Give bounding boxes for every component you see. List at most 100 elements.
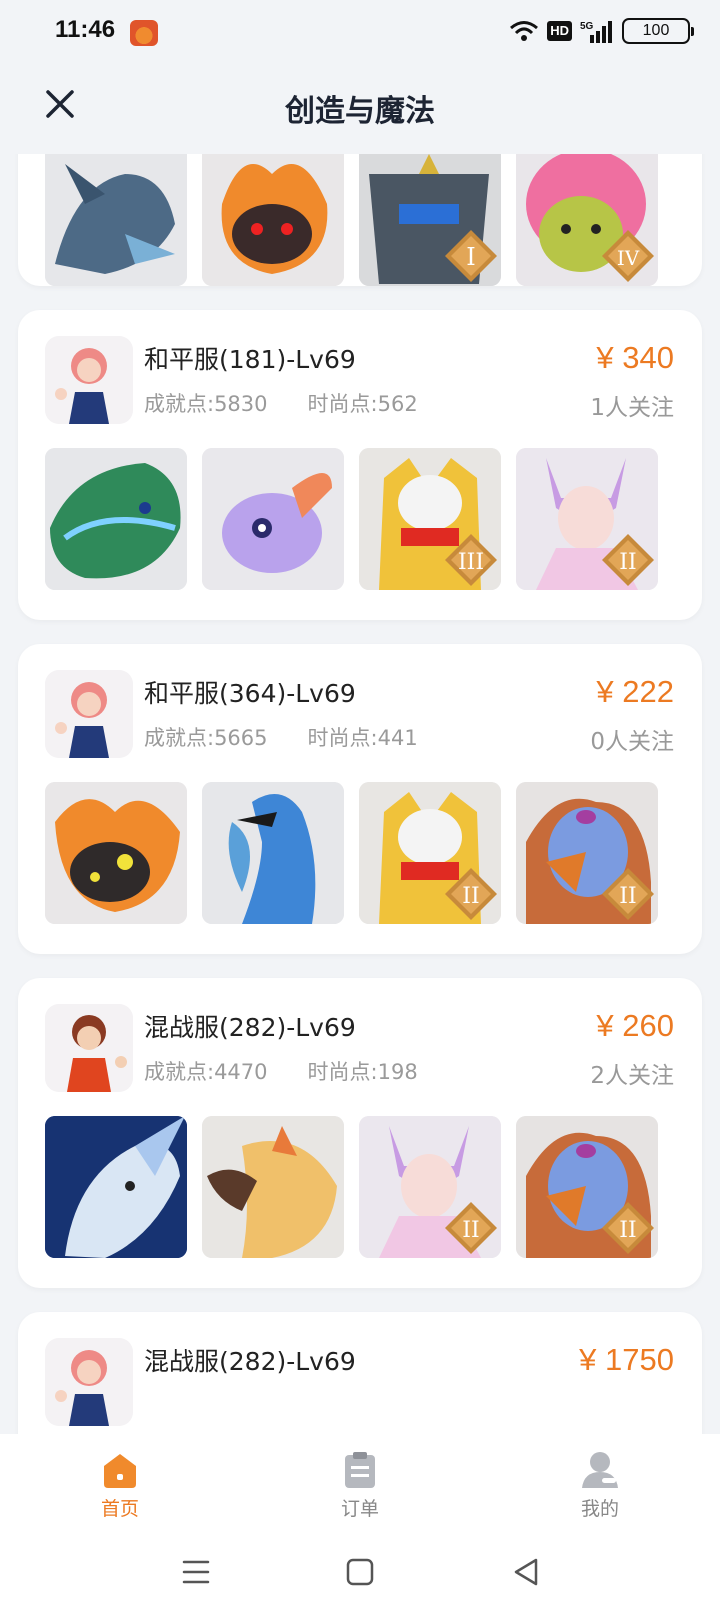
rank-label: II	[619, 884, 636, 909]
fire-beast-art	[45, 782, 187, 924]
pet-thumbnail[interactable]	[45, 1116, 187, 1258]
rank-label: IV	[617, 246, 640, 270]
listing-feed[interactable]: I IV 和平服(181)-Lv69 成就点:5830 时尚点:562 ¥ 34…	[0, 154, 720, 1434]
avatar	[45, 1004, 133, 1092]
price: ¥ 222	[596, 674, 674, 709]
status-time: 11:46	[55, 16, 116, 43]
bottom-nav: 首页 订单 我的	[0, 1434, 720, 1534]
pet-thumbnail[interactable]	[202, 1116, 344, 1258]
thumb-row: II II	[45, 1116, 658, 1258]
user-icon	[582, 1452, 618, 1488]
rank-badge: IV	[600, 228, 656, 284]
rank-label: III	[458, 550, 484, 575]
page-title: 创造与魔法	[285, 94, 435, 129]
system-nav-bar	[0, 1534, 720, 1612]
achievement-points: 成就点:5830	[144, 392, 268, 416]
pet-thumbnail[interactable]	[202, 448, 344, 590]
follower-count: 0人关注	[590, 729, 674, 755]
nav-mine-label: 我的	[580, 1498, 619, 1520]
fashion-points: 时尚点:562	[307, 392, 418, 416]
rank-label: II	[619, 550, 636, 575]
rank-label: II	[462, 884, 479, 909]
listing-card[interactable]: I IV	[18, 154, 702, 286]
app-header: 创造与魔法	[0, 64, 720, 154]
account-stats: 成就点:5665 时尚点:441	[144, 722, 418, 752]
listing-card[interactable]: 混战服(282)-Lv69 ¥ 1750	[18, 1312, 702, 1434]
pet-thumbnail[interactable]: II	[516, 448, 658, 590]
fashion-points: 时尚点:441	[307, 726, 418, 750]
avatar	[45, 1338, 133, 1426]
menu-icon[interactable]	[180, 1556, 212, 1588]
blue-wolf-art	[45, 1116, 187, 1258]
nav-mine[interactable]: 我的	[480, 1434, 720, 1534]
nav-orders-label: 订单	[340, 1498, 379, 1520]
achievement-points: 成就点:5665	[144, 726, 268, 750]
blue-bird-art	[202, 782, 344, 924]
rank-badge: II	[443, 866, 499, 922]
signal-icon: 5G	[580, 21, 612, 43]
listing-header: 和平服(181)-Lv69 成就点:5830 时尚点:562 ¥ 340 1人关…	[18, 310, 702, 424]
home-icon	[104, 1454, 136, 1488]
listing-header: 混战服(282)-Lv69 成就点:4470 时尚点:198 ¥ 260 2人关…	[18, 978, 702, 1092]
status-bar: 11:46 HD 5G 100	[0, 0, 720, 64]
fashion-points: 时尚点:198	[307, 1060, 418, 1084]
listing-header: 和平服(364)-Lv69 成就点:5665 时尚点:441 ¥ 222 0人关…	[18, 644, 702, 758]
avatar	[45, 336, 133, 424]
account-title: 混战服(282)-Lv69	[144, 1013, 356, 1042]
blue-dragon-art	[45, 154, 187, 286]
achievement-points: 成就点:4470	[144, 1060, 268, 1084]
rank-badge: II	[600, 866, 656, 922]
pet-thumbnail[interactable]: I	[359, 154, 501, 286]
rank-label: II	[619, 1218, 636, 1243]
nav-home-label: 首页	[100, 1498, 139, 1520]
account-stats: 成就点:4470 时尚点:198	[144, 1056, 418, 1086]
avatar	[45, 670, 133, 758]
follower-count: 1人关注	[590, 395, 674, 421]
pet-thumbnail[interactable]: III	[359, 448, 501, 590]
price: ¥ 260	[596, 1008, 674, 1043]
clipboard-icon	[345, 1452, 375, 1488]
rank-label: I	[466, 243, 475, 271]
green-dragon-art	[45, 448, 187, 590]
pet-thumbnail[interactable]	[202, 782, 344, 924]
nav-home[interactable]: 首页	[0, 1434, 240, 1534]
thumb-row: II II	[45, 782, 658, 924]
back-triangle-icon[interactable]	[510, 1556, 542, 1588]
thumb-row: III II	[45, 448, 658, 590]
rank-badge: II	[600, 532, 656, 588]
pet-thumbnail[interactable]: II	[359, 782, 501, 924]
rank-badge: I	[443, 228, 499, 284]
rank-badge: II	[600, 1200, 656, 1256]
purple-pet-art	[202, 448, 344, 590]
pet-thumbnail[interactable]	[45, 154, 187, 286]
pet-thumbnail[interactable]: II	[516, 782, 658, 924]
wifi-icon	[510, 21, 539, 41]
pet-thumbnail[interactable]	[45, 782, 187, 924]
listing-card[interactable]: 和平服(364)-Lv69 成就点:5665 时尚点:441 ¥ 222 0人关…	[18, 644, 702, 954]
pet-thumbnail[interactable]	[202, 154, 344, 286]
listing-header: 混战服(282)-Lv69 ¥ 1750	[18, 1312, 702, 1426]
notification-app-icon	[130, 20, 158, 46]
price: ¥ 340	[596, 340, 674, 375]
nav-orders[interactable]: 订单	[240, 1434, 480, 1534]
status-icons: HD 5G 100	[509, 18, 694, 44]
pet-thumbnail[interactable]: IV	[516, 154, 658, 286]
thumb-row: I IV	[45, 154, 658, 286]
rank-label: II	[462, 1218, 479, 1243]
network-label: 5G	[580, 21, 594, 32]
gold-bird-art	[202, 1116, 344, 1258]
home-square-icon[interactable]	[344, 1556, 376, 1588]
follower-count: 2人关注	[590, 1063, 674, 1089]
account-title: 和平服(181)-Lv69	[144, 345, 356, 374]
pet-thumbnail[interactable]	[45, 448, 187, 590]
battery-indicator: 100	[622, 18, 694, 44]
listing-card[interactable]: 和平服(181)-Lv69 成就点:5830 时尚点:562 ¥ 340 1人关…	[18, 310, 702, 620]
price: ¥ 1750	[579, 1342, 674, 1377]
listing-card[interactable]: 混战服(282)-Lv69 成就点:4470 时尚点:198 ¥ 260 2人关…	[18, 978, 702, 1288]
account-title: 混战服(282)-Lv69	[144, 1347, 356, 1376]
pet-thumbnail[interactable]: II	[516, 1116, 658, 1258]
account-stats: 成就点:5830 时尚点:562	[144, 388, 418, 418]
rank-badge: II	[443, 1200, 499, 1256]
hd-badge: HD	[547, 21, 572, 41]
pet-thumbnail[interactable]: II	[359, 1116, 501, 1258]
